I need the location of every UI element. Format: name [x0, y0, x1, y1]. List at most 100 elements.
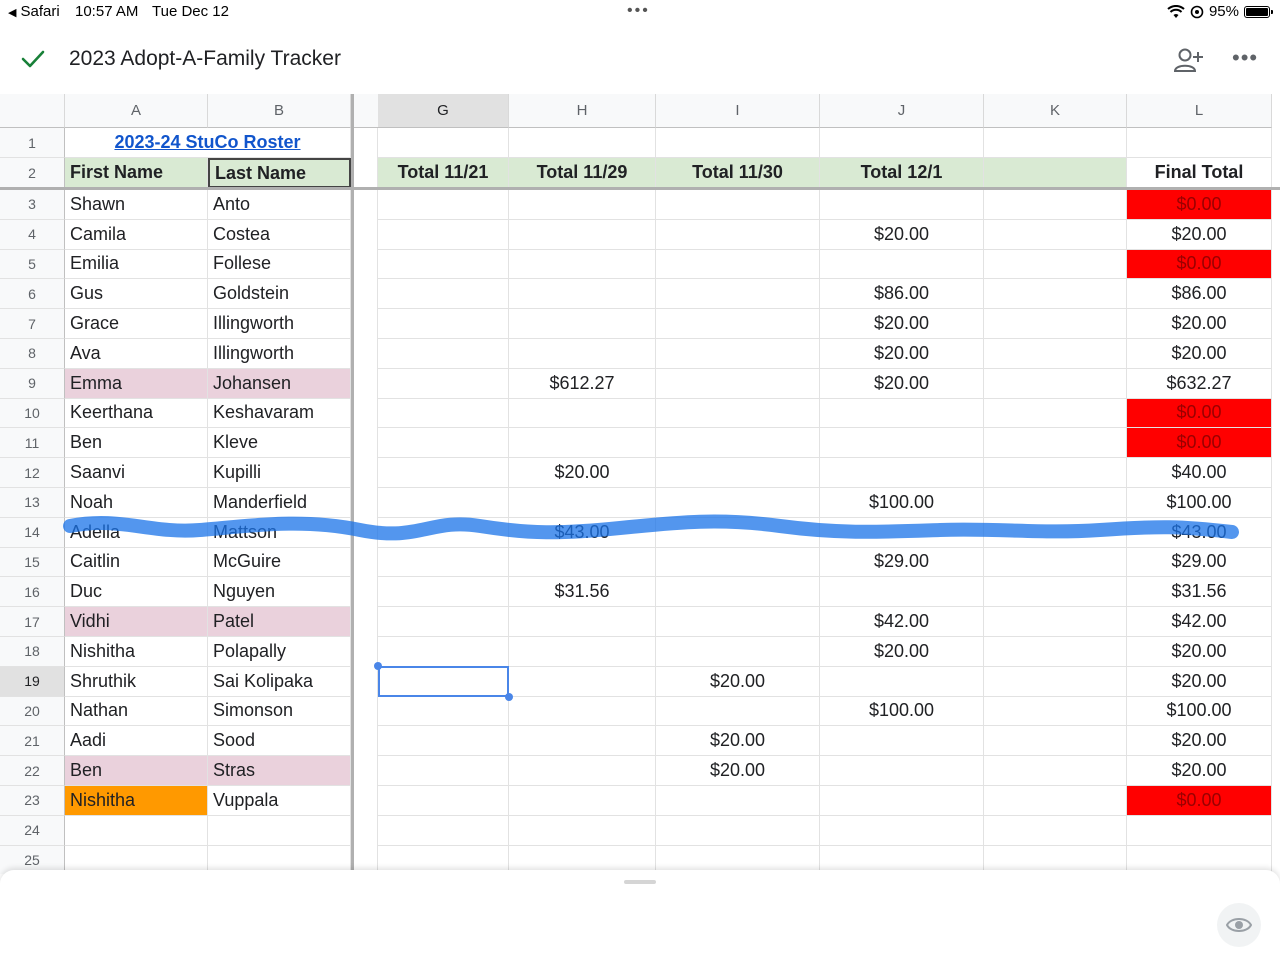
cell-first[interactable]	[65, 815, 208, 846]
cell-j[interactable]: $20.00	[820, 309, 984, 339]
cell-l[interactable]: $31.56	[1127, 577, 1272, 608]
column-header-l[interactable]: L	[1127, 94, 1272, 128]
cell-first[interactable]: Noah	[65, 488, 208, 518]
cell-g[interactable]	[378, 488, 509, 518]
cell-j[interactable]	[820, 190, 984, 220]
row-number[interactable]: 10	[0, 398, 65, 429]
row-number[interactable]: 24	[0, 815, 65, 846]
cell-last[interactable]: Polapally	[208, 637, 351, 667]
row-number[interactable]: 1	[0, 128, 65, 158]
cell-j[interactable]	[820, 815, 984, 846]
cell-j[interactable]	[820, 517, 984, 548]
cell-i[interactable]	[656, 815, 820, 846]
cell-l[interactable]: $0.00	[1127, 249, 1272, 280]
cell-g[interactable]	[378, 756, 509, 786]
row-number[interactable]: 9	[0, 368, 65, 399]
row-number[interactable]: 19	[0, 666, 65, 697]
cell-k[interactable]	[984, 190, 1127, 220]
row-number[interactable]: 2	[0, 158, 65, 188]
cell-g[interactable]	[378, 607, 509, 637]
cell-h[interactable]	[509, 756, 656, 786]
cell-k[interactable]	[984, 547, 1127, 578]
cell[interactable]	[378, 128, 509, 158]
selection-handle[interactable]	[505, 693, 513, 701]
cell-i[interactable]	[656, 368, 820, 399]
cell-last[interactable]: Manderfield	[208, 488, 351, 518]
column-header-h[interactable]: H	[509, 94, 656, 128]
cell-i[interactable]: $20.00	[656, 726, 820, 757]
header-l[interactable]: Final Total	[1127, 158, 1272, 188]
cell-first[interactable]: Nishitha	[65, 637, 208, 667]
freeze-divider-vertical[interactable]	[351, 94, 354, 874]
header-g[interactable]: Total 11/21	[378, 158, 509, 188]
cell-first[interactable]: Gus	[65, 279, 208, 310]
cell-l[interactable]: $42.00	[1127, 607, 1272, 637]
cell-i[interactable]	[656, 488, 820, 518]
cell-j[interactable]	[820, 756, 984, 786]
corner-select-all[interactable]	[0, 94, 65, 128]
cell-g[interactable]	[378, 368, 509, 399]
row-number[interactable]: 20	[0, 696, 65, 727]
cell-g[interactable]	[378, 249, 509, 280]
header-h[interactable]: Total 11/29	[509, 158, 656, 188]
cell-h[interactable]	[509, 339, 656, 369]
cell-h[interactable]: $43.00	[509, 517, 656, 548]
cell[interactable]	[509, 128, 656, 158]
cell-i[interactable]	[656, 249, 820, 280]
cell-k[interactable]	[984, 339, 1127, 369]
cell-h[interactable]	[509, 279, 656, 310]
cell-k[interactable]	[984, 637, 1127, 667]
row-number[interactable]: 8	[0, 339, 65, 369]
cell-i[interactable]	[656, 398, 820, 429]
cell-g[interactable]	[378, 547, 509, 578]
cell-j[interactable]: $100.00	[820, 488, 984, 518]
cell-l[interactable]: $20.00	[1127, 219, 1272, 250]
selection-handle[interactable]	[374, 662, 382, 670]
cell-g[interactable]	[378, 577, 509, 608]
cell-k[interactable]	[984, 309, 1127, 339]
cell-h[interactable]	[509, 696, 656, 727]
cell-i[interactable]	[656, 219, 820, 250]
cell-k[interactable]	[984, 815, 1127, 846]
cell-i[interactable]	[656, 279, 820, 310]
add-person-icon[interactable]	[1173, 46, 1205, 74]
cell-i[interactable]	[656, 607, 820, 637]
cell-first[interactable]: Grace	[65, 309, 208, 339]
cell-j[interactable]: $20.00	[820, 339, 984, 369]
cell-j[interactable]: $20.00	[820, 368, 984, 399]
cell-l[interactable]	[1127, 815, 1272, 846]
row-number[interactable]: 11	[0, 428, 65, 459]
cell-h[interactable]	[509, 786, 656, 816]
cell-l[interactable]: $100.00	[1127, 488, 1272, 518]
cell-g[interactable]	[378, 219, 509, 250]
cell-i[interactable]	[656, 517, 820, 548]
column-header-i[interactable]: I	[656, 94, 820, 128]
cell-l[interactable]: $0.00	[1127, 190, 1272, 220]
cell-first[interactable]: Emma	[65, 368, 208, 399]
cell-l[interactable]: $20.00	[1127, 637, 1272, 667]
cell-last[interactable]: Patel	[208, 607, 351, 637]
cell-l[interactable]: $20.00	[1127, 756, 1272, 786]
cell-h[interactable]	[509, 190, 656, 220]
cell-i[interactable]	[656, 428, 820, 459]
cell-g[interactable]	[378, 190, 509, 220]
header-k[interactable]	[984, 158, 1127, 188]
cell-g[interactable]	[378, 458, 509, 488]
cell-h[interactable]: $612.27	[509, 368, 656, 399]
cell-last[interactable]: Mattson	[208, 517, 351, 548]
cell-h[interactable]	[509, 637, 656, 667]
cell-l[interactable]: $29.00	[1127, 547, 1272, 578]
cell-h[interactable]	[509, 547, 656, 578]
more-horizontal-icon[interactable]: •••	[1232, 47, 1262, 70]
cell-first[interactable]: Ben	[65, 428, 208, 459]
cell-l[interactable]: $0.00	[1127, 428, 1272, 459]
cell-k[interactable]	[984, 577, 1127, 608]
cell-k[interactable]	[984, 726, 1127, 757]
column-header-j[interactable]: J	[820, 94, 984, 128]
cell-i[interactable]: $20.00	[656, 666, 820, 697]
row-number[interactable]: 17	[0, 607, 65, 637]
row-number[interactable]: 22	[0, 756, 65, 786]
cell-i[interactable]	[656, 458, 820, 488]
cell-h[interactable]	[509, 428, 656, 459]
cell[interactable]	[820, 128, 984, 158]
